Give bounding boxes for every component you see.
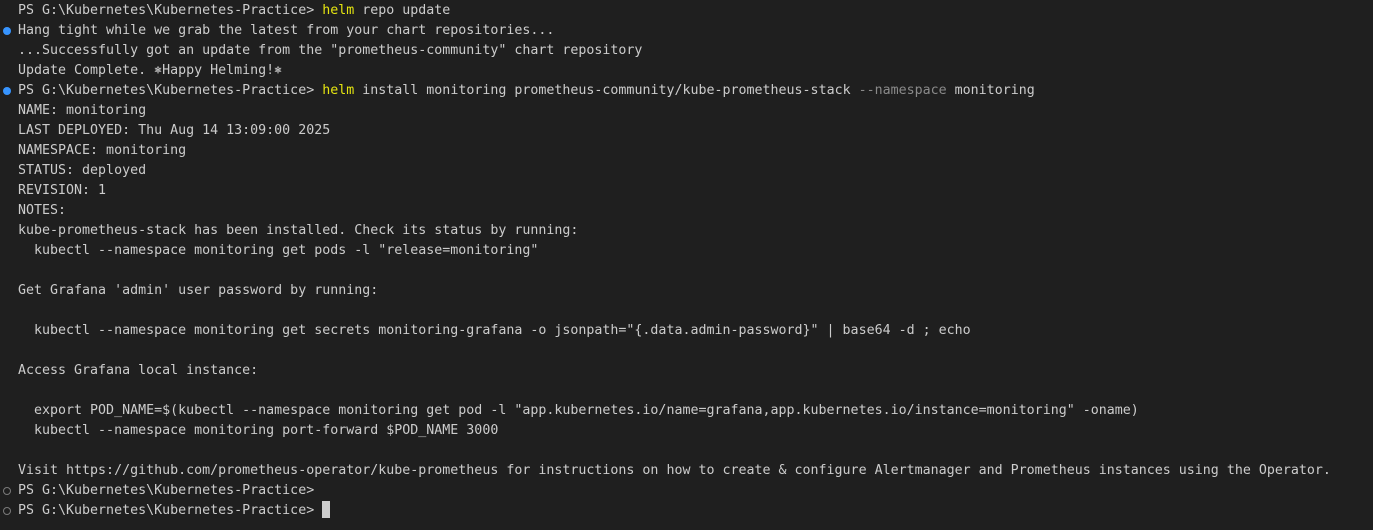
- terminal-line: PS G:\Kubernetes\Kubernetes-Practice> he…: [0, 1, 1373, 21]
- terminal-text: NAME: monitoring: [18, 103, 147, 118]
- terminal-text: Visit https://github.com/prometheus-oper…: [18, 463, 1331, 478]
- terminal-text: NOTES:: [18, 203, 67, 218]
- terminal-text: REVISION: 1: [18, 183, 107, 198]
- terminal-line: LAST DEPLOYED: Thu Aug 14 13:09:00 2025: [0, 121, 1373, 141]
- terminal-line: Hang tight while we grab the latest from…: [0, 21, 1373, 41]
- terminal-text: Get Grafana 'admin' user password by run…: [18, 283, 379, 298]
- terminal-text: Update Complete. ⎈Happy Helming!⎈: [18, 63, 283, 78]
- command-idle-decoration-icon[interactable]: [3, 487, 11, 495]
- command-success-decoration-icon[interactable]: [3, 87, 11, 95]
- terminal-line: REVISION: 1: [0, 181, 1373, 201]
- terminal-output[interactable]: PS G:\Kubernetes\Kubernetes-Practice> he…: [0, 1, 1373, 521]
- terminal-line: PS G:\Kubernetes\Kubernetes-Practice> he…: [0, 81, 1373, 101]
- terminal-line: Visit https://github.com/prometheus-oper…: [0, 461, 1373, 481]
- terminal-text: kubectl --namespace monitoring port-forw…: [18, 423, 499, 438]
- terminal-line: Update Complete. ⎈Happy Helming!⎈: [0, 61, 1373, 81]
- terminal-text: LAST DEPLOYED: Thu Aug 14 13:09:00 2025: [18, 123, 331, 138]
- terminal-line: kubectl --namespace monitoring get secre…: [0, 321, 1373, 341]
- terminal-text: kube-prometheus-stack has been installed…: [18, 223, 579, 238]
- terminal-text: kubectl --namespace monitoring get secre…: [18, 323, 971, 338]
- terminal-line: NAME: monitoring: [0, 101, 1373, 121]
- command-success-decoration-icon[interactable]: [3, 27, 11, 35]
- terminal-text: Access Grafana local instance:: [18, 363, 259, 378]
- terminal-line: kubectl --namespace monitoring port-forw…: [0, 421, 1373, 441]
- terminal-line: kubectl --namespace monitoring get pods …: [0, 241, 1373, 261]
- command-parameter: --namespace: [858, 83, 947, 98]
- terminal-text: export POD_NAME=$(kubectl --namespace mo…: [18, 403, 1139, 418]
- terminal-line: export POD_NAME=$(kubectl --namespace mo…: [0, 401, 1373, 421]
- terminal-text: repo update: [354, 3, 451, 18]
- command-idle-decoration-icon[interactable]: [3, 507, 11, 515]
- terminal-text: NAMESPACE: monitoring: [18, 143, 187, 158]
- terminal-text: PS G:\Kubernetes\Kubernetes-Practice>: [18, 83, 323, 98]
- terminal-line: PS G:\Kubernetes\Kubernetes-Practice>: [0, 501, 1373, 521]
- terminal-line: STATUS: deployed: [0, 161, 1373, 181]
- terminal-text: PS G:\Kubernetes\Kubernetes-Practice>: [18, 483, 323, 498]
- terminal-text: Hang tight while we grab the latest from…: [18, 23, 555, 38]
- terminal-line: ...Successfully got an update from the "…: [0, 41, 1373, 61]
- terminal-line: kube-prometheus-stack has been installed…: [0, 221, 1373, 241]
- terminal-text: ...Successfully got an update from the "…: [18, 43, 643, 58]
- terminal-line: Get Grafana 'admin' user password by run…: [0, 281, 1373, 301]
- terminal-text: install monitoring prometheus-community/…: [354, 83, 859, 98]
- terminal-line: NOTES:: [0, 201, 1373, 221]
- terminal-text: STATUS: deployed: [18, 163, 147, 178]
- terminal-cursor: [322, 501, 331, 518]
- terminal-text: PS G:\Kubernetes\Kubernetes-Practice>: [18, 3, 323, 18]
- terminal-text: kubectl --namespace monitoring get pods …: [18, 243, 539, 258]
- terminal-line: NAMESPACE: monitoring: [0, 141, 1373, 161]
- command-name: helm: [322, 83, 355, 98]
- terminal-text: monitoring: [946, 83, 1035, 98]
- command-name: helm: [322, 3, 355, 18]
- terminal-line: PS G:\Kubernetes\Kubernetes-Practice>: [0, 481, 1373, 501]
- terminal-text: PS G:\Kubernetes\Kubernetes-Practice>: [18, 503, 323, 518]
- terminal-line: Access Grafana local instance:: [0, 361, 1373, 381]
